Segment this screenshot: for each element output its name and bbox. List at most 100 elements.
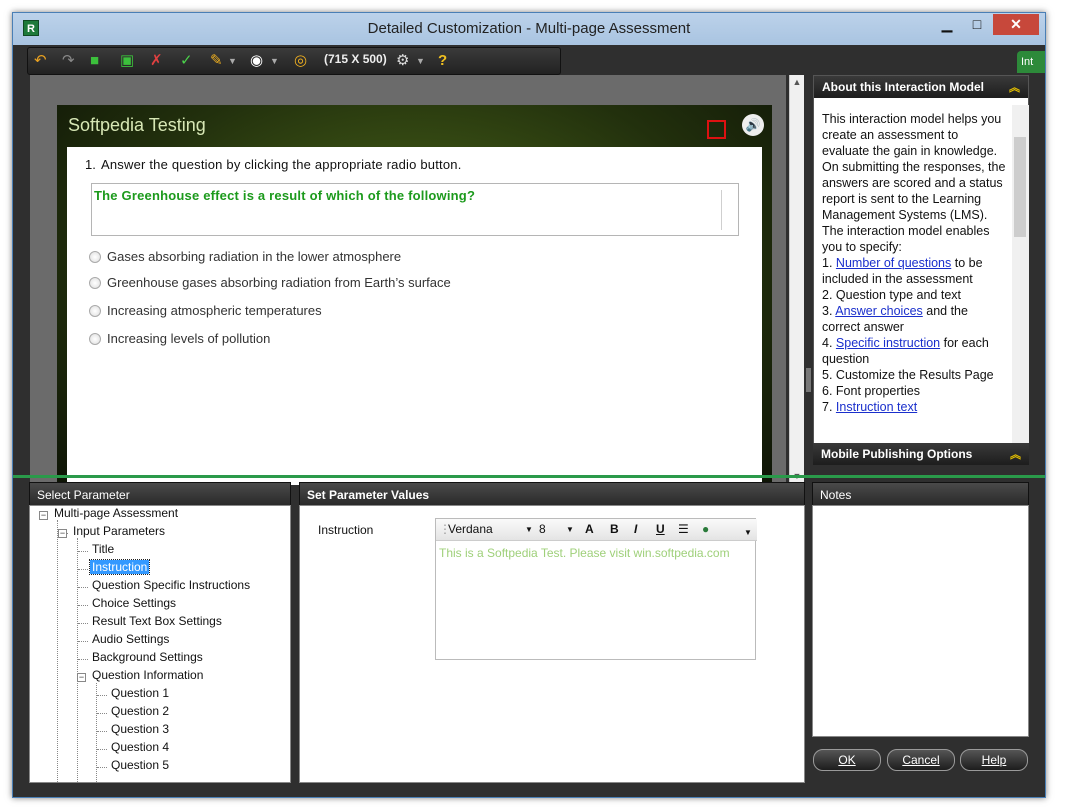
collapse-icon[interactable]: − bbox=[39, 511, 48, 520]
choice-item[interactable]: Gases absorbing radiation in the lower a… bbox=[89, 249, 401, 264]
maximize-button[interactable]: □ bbox=[963, 14, 991, 35]
save-icon[interactable]: ■ bbox=[90, 51, 99, 71]
collapse-icon[interactable]: − bbox=[58, 529, 67, 538]
tree-item-question[interactable]: Question 1 bbox=[111, 686, 169, 700]
choice-label: Gases absorbing radiation in the lower a… bbox=[107, 249, 402, 264]
help-button[interactable]: Help bbox=[960, 749, 1028, 771]
question-text: The Greenhouse effect is a result of whi… bbox=[94, 188, 476, 203]
save-all-icon[interactable]: ▣ bbox=[120, 51, 134, 71]
expand-chevron-icon[interactable]: ︽ bbox=[1010, 446, 1021, 462]
target-icon[interactable]: ◎ bbox=[294, 51, 307, 71]
tree-item-question-specific-instructions[interactable]: Question Specific Instructions bbox=[92, 578, 250, 592]
select-parameter-header: Select Parameter bbox=[29, 482, 291, 506]
answer-choices-link[interactable]: Answer choices bbox=[835, 304, 923, 318]
question-box-scrollbar bbox=[721, 190, 722, 230]
tree-connector bbox=[78, 569, 88, 570]
about-item: 2. Question type and text bbox=[822, 288, 961, 302]
about-item: 4. Specific instruction for each questio… bbox=[822, 336, 989, 366]
instruction-text-link[interactable]: Instruction text bbox=[836, 400, 917, 414]
gear-icon[interactable]: ⚙ bbox=[396, 51, 409, 71]
tree-item-audio-settings[interactable]: Audio Settings bbox=[92, 632, 169, 646]
spellcheck-icon[interactable]: ✓ bbox=[180, 51, 193, 71]
tree-item-choice-settings[interactable]: Choice Settings bbox=[92, 596, 176, 610]
cancel-button[interactable]: Cancel bbox=[887, 749, 955, 771]
about-item: 3. Answer choices and the correct answer bbox=[822, 304, 968, 334]
tree-item-title[interactable]: Title bbox=[92, 542, 114, 556]
instruction-text[interactable]: This is a Softpedia Test. Please visit w… bbox=[439, 546, 730, 560]
choice-item[interactable]: Increasing atmospheric temperatures bbox=[89, 303, 322, 318]
tree-item-question-information[interactable]: Question Information bbox=[92, 668, 203, 682]
about-intro: This interaction model helps you create … bbox=[822, 112, 1006, 254]
mobile-panel-title: Mobile Publishing Options bbox=[821, 447, 973, 461]
side-tab[interactable]: Int bbox=[1017, 51, 1045, 73]
radio-button[interactable] bbox=[89, 305, 101, 317]
palette-dropdown-icon[interactable]: ▼ bbox=[228, 51, 237, 71]
tree-connector bbox=[78, 641, 88, 642]
collapse-icon[interactable]: − bbox=[77, 673, 86, 682]
font-color-icon[interactable]: A bbox=[585, 522, 594, 536]
tree-item-instruction[interactable]: Instruction bbox=[88, 559, 151, 575]
slide: Softpedia Testing 🔊 1. Answer the questi… bbox=[57, 105, 772, 485]
about-scrollbar[interactable] bbox=[1012, 105, 1029, 445]
mobile-panel-header[interactable]: Mobile Publishing Options ︽ bbox=[813, 443, 1029, 465]
scroll-up-icon[interactable]: ▲ bbox=[790, 75, 804, 89]
radio-button[interactable] bbox=[89, 277, 101, 289]
tree-connector bbox=[97, 713, 107, 714]
tree-item-root[interactable]: Multi-page Assessment bbox=[54, 506, 178, 520]
main-window: R Detailed Customization - Multi-page As… bbox=[12, 12, 1046, 798]
radio-button[interactable] bbox=[89, 333, 101, 345]
resolution-label: (715 X 500) bbox=[324, 52, 387, 66]
notes-area[interactable] bbox=[812, 505, 1029, 737]
help-icon[interactable]: ? bbox=[438, 51, 447, 71]
mobile-publishing-panel[interactable]: Mobile Publishing Options ︽ bbox=[813, 443, 1029, 465]
font-family-select[interactable]: Verdana bbox=[448, 522, 493, 536]
question-text-box: The Greenhouse effect is a result of whi… bbox=[91, 183, 739, 236]
about-item: 6. Font properties bbox=[822, 384, 920, 398]
instruction-label: Instruction bbox=[318, 523, 374, 537]
choice-label: Increasing atmospheric temperatures bbox=[107, 303, 322, 318]
underline-icon[interactable]: U bbox=[656, 522, 665, 536]
font-dropdown-icon[interactable]: ▼ bbox=[525, 525, 533, 534]
bold-icon[interactable]: B bbox=[610, 522, 619, 536]
preview-dropdown-icon[interactable]: ▼ bbox=[270, 51, 279, 71]
about-panel-header[interactable]: About this Interaction Model ︽ bbox=[814, 76, 1028, 98]
preview-eye-icon[interactable]: ◉ bbox=[250, 51, 263, 71]
bullet-list-icon[interactable]: ☰ bbox=[678, 522, 689, 536]
undo-icon[interactable]: ↶ bbox=[34, 51, 47, 71]
speaker-icon[interactable]: 🔊 bbox=[742, 114, 764, 136]
ok-button[interactable]: OK bbox=[813, 749, 881, 771]
settings-dropdown-icon[interactable]: ▼ bbox=[416, 51, 425, 71]
preview-scrollbar[interactable]: ▲ ▼ bbox=[789, 75, 804, 485]
tree-item-question[interactable]: Question 2 bbox=[111, 704, 169, 718]
tree-item-question[interactable]: Question 3 bbox=[111, 722, 169, 736]
delete-icon[interactable]: ✗ bbox=[150, 51, 163, 71]
close-button[interactable]: ✕ bbox=[993, 14, 1039, 35]
tree-item-input-parameters[interactable]: Input Parameters bbox=[73, 524, 165, 538]
question-card: 1. Answer the question by clicking the a… bbox=[67, 147, 762, 485]
tree-guide bbox=[77, 538, 78, 782]
tree-connector bbox=[78, 659, 88, 660]
instruction-editor[interactable]: ⋮ Verdana ▼ 8 ▼ A B I U ☰ ● ▼ This is a … bbox=[435, 518, 757, 660]
choice-item[interactable]: Increasing levels of pollution bbox=[89, 331, 270, 346]
about-item: 1. Number of questions to be included in… bbox=[822, 256, 983, 286]
font-size-select[interactable]: 8 bbox=[539, 522, 546, 536]
redo-icon[interactable]: ↷ bbox=[62, 51, 75, 71]
toolbar-overflow-icon[interactable]: ▼ bbox=[744, 528, 752, 537]
size-dropdown-icon[interactable]: ▼ bbox=[566, 525, 574, 534]
tree-item-result-text-box-settings[interactable]: Result Text Box Settings bbox=[92, 614, 222, 628]
choice-item[interactable]: Greenhouse gases absorbing radiation fro… bbox=[89, 275, 451, 290]
radio-button[interactable] bbox=[89, 251, 101, 263]
splitter-handle[interactable] bbox=[806, 368, 811, 392]
tree-item-background-settings[interactable]: Background Settings bbox=[92, 650, 203, 664]
minimize-button[interactable]: ▁ bbox=[933, 14, 961, 35]
choice-label: Greenhouse gases absorbing radiation fro… bbox=[107, 275, 451, 290]
hyperlink-icon[interactable]: ● bbox=[702, 522, 709, 536]
italic-icon[interactable]: I bbox=[634, 522, 637, 536]
palette-icon[interactable]: ✎ bbox=[210, 51, 223, 71]
specific-instruction-link[interactable]: Specific instruction bbox=[836, 336, 940, 350]
collapse-chevron-icon[interactable]: ︽ bbox=[1009, 79, 1020, 95]
tree-item-question[interactable]: Question 4 bbox=[111, 740, 169, 754]
number-of-questions-link[interactable]: Number of questions bbox=[836, 256, 951, 270]
tree-item-question[interactable]: Question 5 bbox=[111, 758, 169, 772]
about-scroll-thumb[interactable] bbox=[1014, 137, 1026, 237]
